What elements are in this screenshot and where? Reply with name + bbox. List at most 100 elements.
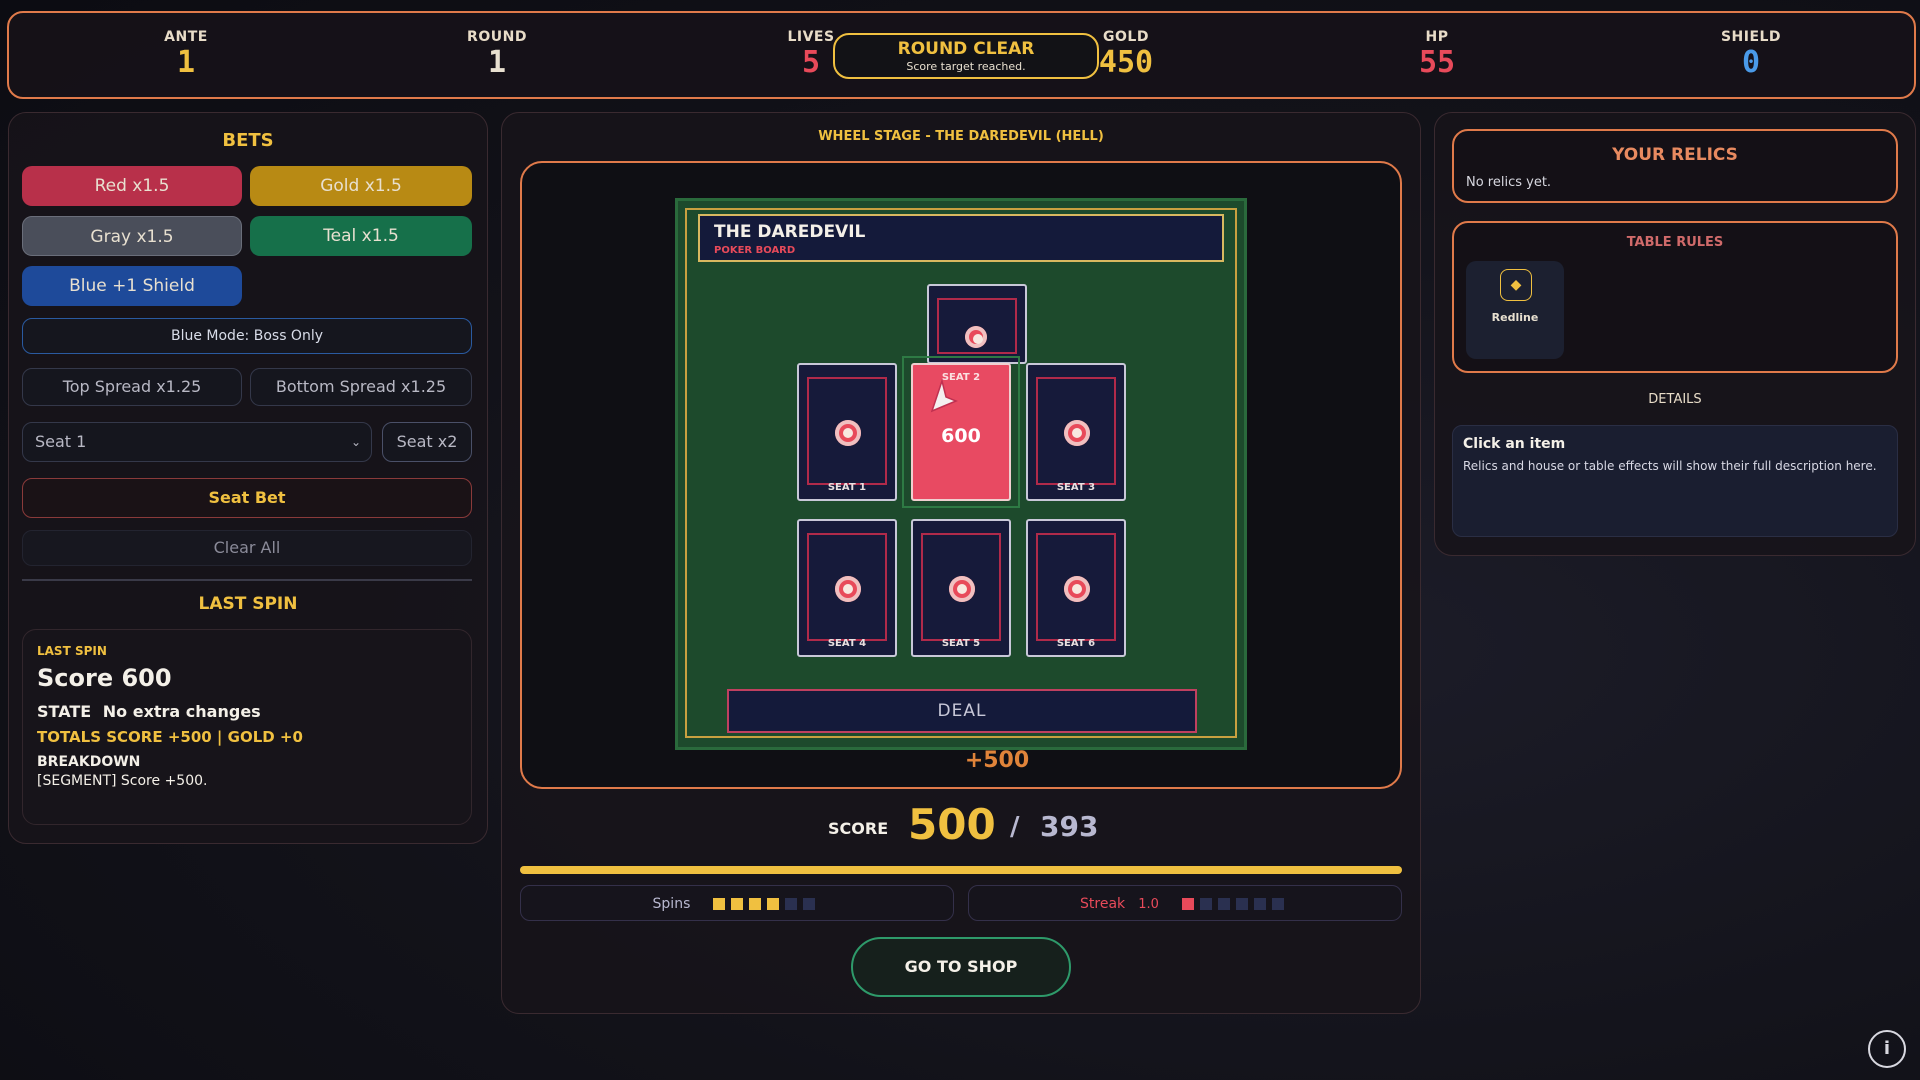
seat-select[interactable]: Seat 1 ⌄ [22,422,372,462]
table-rules-title: TABLE RULES [1626,235,1724,250]
stage-title: WHEEL STAGE - THE DAREDEVIL (HELL) [818,129,1104,144]
board-title-box: THE DAREDEVIL POKER BOARD [698,214,1224,262]
seat-card-4[interactable]: SEAT 4 [797,519,897,657]
bets-title: BETS [222,130,274,151]
top-spread-button[interactable]: Top Spread x1.25 [22,368,242,406]
clear-all-button[interactable]: Clear All [22,530,472,566]
indicator-square [1218,897,1230,910]
arrow-cursor-icon [930,379,958,413]
indicator-square [731,897,744,910]
relics-title: YOUR RELICS [1612,145,1738,165]
spins-label: Spins [652,896,691,912]
round-label: ROUND [467,29,527,45]
card-pip-icon [965,326,987,348]
indicator-square [749,897,762,910]
indicator-square [803,897,816,910]
relics-box: YOUR RELICS No relics yet. [1452,129,1898,203]
indicator-square [713,897,726,910]
shield-value: 0 [1741,45,1761,80]
score-separator: / [1010,812,1020,842]
seat-label: SEAT 5 [941,638,981,649]
relics-empty-text: No relics yet. [1466,175,1552,190]
totals-text: TOTALS SCORE +500 | GOLD +0 [37,728,303,746]
deal-button[interactable]: DEAL [727,689,1197,733]
hp-stat: HP 55 [1377,29,1497,79]
last-spin-title: LAST SPIN [198,594,298,614]
score-gain: +500 [964,748,1030,773]
seat-label: SEAT 1 [827,482,867,493]
card-pip-icon [1064,420,1090,446]
seat-card-2[interactable]: SEAT 2 600 [911,363,1011,501]
seat-2-value: 600 [941,425,981,447]
divider [22,579,472,581]
indicator-square [785,897,798,910]
round-clear-subtitle: Score target reached. [906,60,1026,73]
card-pip-icon [949,576,975,602]
last-spin-score: Score 600 [37,664,172,692]
state-row: STATE No extra changes [37,702,261,721]
diamond-icon: ◆ [1500,269,1532,301]
deck-card [927,284,1027,364]
streak-indicator [1182,893,1290,912]
round-stat: ROUND 1 [437,29,557,79]
seat-select-value: Seat 1 [35,432,87,451]
bottom-spread-button[interactable]: Bottom Spread x1.25 [250,368,472,406]
streak-value: 1.0 [1138,897,1159,912]
state-value: No extra changes [102,702,261,721]
rule-name: Redline [1491,311,1539,324]
blue-mode-toggle[interactable]: Blue Mode: Boss Only [22,318,472,354]
card-pip-icon [835,420,861,446]
indicator-square [1182,897,1194,910]
teal-bet-button[interactable]: Teal x1.5 [250,216,472,256]
score-value: 500 [908,800,996,849]
go-to-shop-button[interactable]: GO TO SHOP [851,937,1071,997]
seat-label: SEAT 3 [1056,482,1096,493]
seat-card-5[interactable]: SEAT 5 [911,519,1011,657]
info-icon[interactable]: i [1868,1030,1906,1068]
last-spin-card-label: LAST SPIN [37,644,107,658]
round-value: 1 [487,45,507,80]
shield-stat: SHIELD 0 [1691,29,1811,79]
ante-stat: ANTE 1 [126,29,246,79]
streak-label: Streak [1080,896,1126,912]
table-rules-box: TABLE RULES ◆ Redline [1452,221,1898,373]
seat-card-3[interactable]: SEAT 3 [1026,363,1126,501]
breakdown-label: BREAKDOWN [37,754,141,770]
seat-card-1[interactable]: SEAT 1 [797,363,897,501]
shield-label: SHIELD [1720,29,1782,45]
card-pip-icon [835,576,861,602]
hp-value: 55 [1418,45,1456,80]
hp-label: HP [1425,29,1449,45]
red-bet-button[interactable]: Red x1.5 [22,166,242,206]
gold-bet-button[interactable]: Gold x1.5 [250,166,472,206]
indicator-square [1254,897,1266,910]
breakdown-value: [SEGMENT] Score +500. [37,773,208,789]
card-pip-icon [1064,576,1090,602]
seat-card-6[interactable]: SEAT 6 [1026,519,1126,657]
seat-label: SEAT 2 [941,372,981,383]
details-heading: Click an item [1463,436,1566,452]
seat-bet-button[interactable]: Seat Bet [22,478,472,518]
round-clear-banner: ROUND CLEAR Score target reached. [833,33,1099,79]
streak-bar: Streak 1.0 [968,885,1402,921]
ante-value: 1 [176,45,196,80]
seat-x2-button[interactable]: Seat x2 [382,422,472,462]
details-box: Click an item Relics and house or table … [1452,425,1898,537]
score-progress-fill [520,866,1402,874]
indicator-square [767,897,780,910]
seat-label: SEAT 4 [827,638,867,649]
board-name: THE DAREDEVIL [714,222,866,242]
seat-label: SEAT 6 [1056,638,1096,649]
score-label: SCORE [828,819,889,838]
redline-rule-tile[interactable]: ◆ Redline [1466,261,1564,359]
score-target: 393 [1040,810,1099,843]
indicator-square [1236,897,1248,910]
details-title: DETAILS [1648,392,1702,407]
details-text: Relics and house or table effects will s… [1463,459,1877,473]
blue-bet-button[interactable]: Blue +1 Shield [22,266,242,306]
round-clear-title: ROUND CLEAR [897,39,1035,59]
spins-bar: Spins [520,885,954,921]
chevron-down-icon: ⌄ [350,435,361,449]
gray-bet-button[interactable]: Gray x1.5 [22,216,242,256]
indicator-square [1200,897,1212,910]
